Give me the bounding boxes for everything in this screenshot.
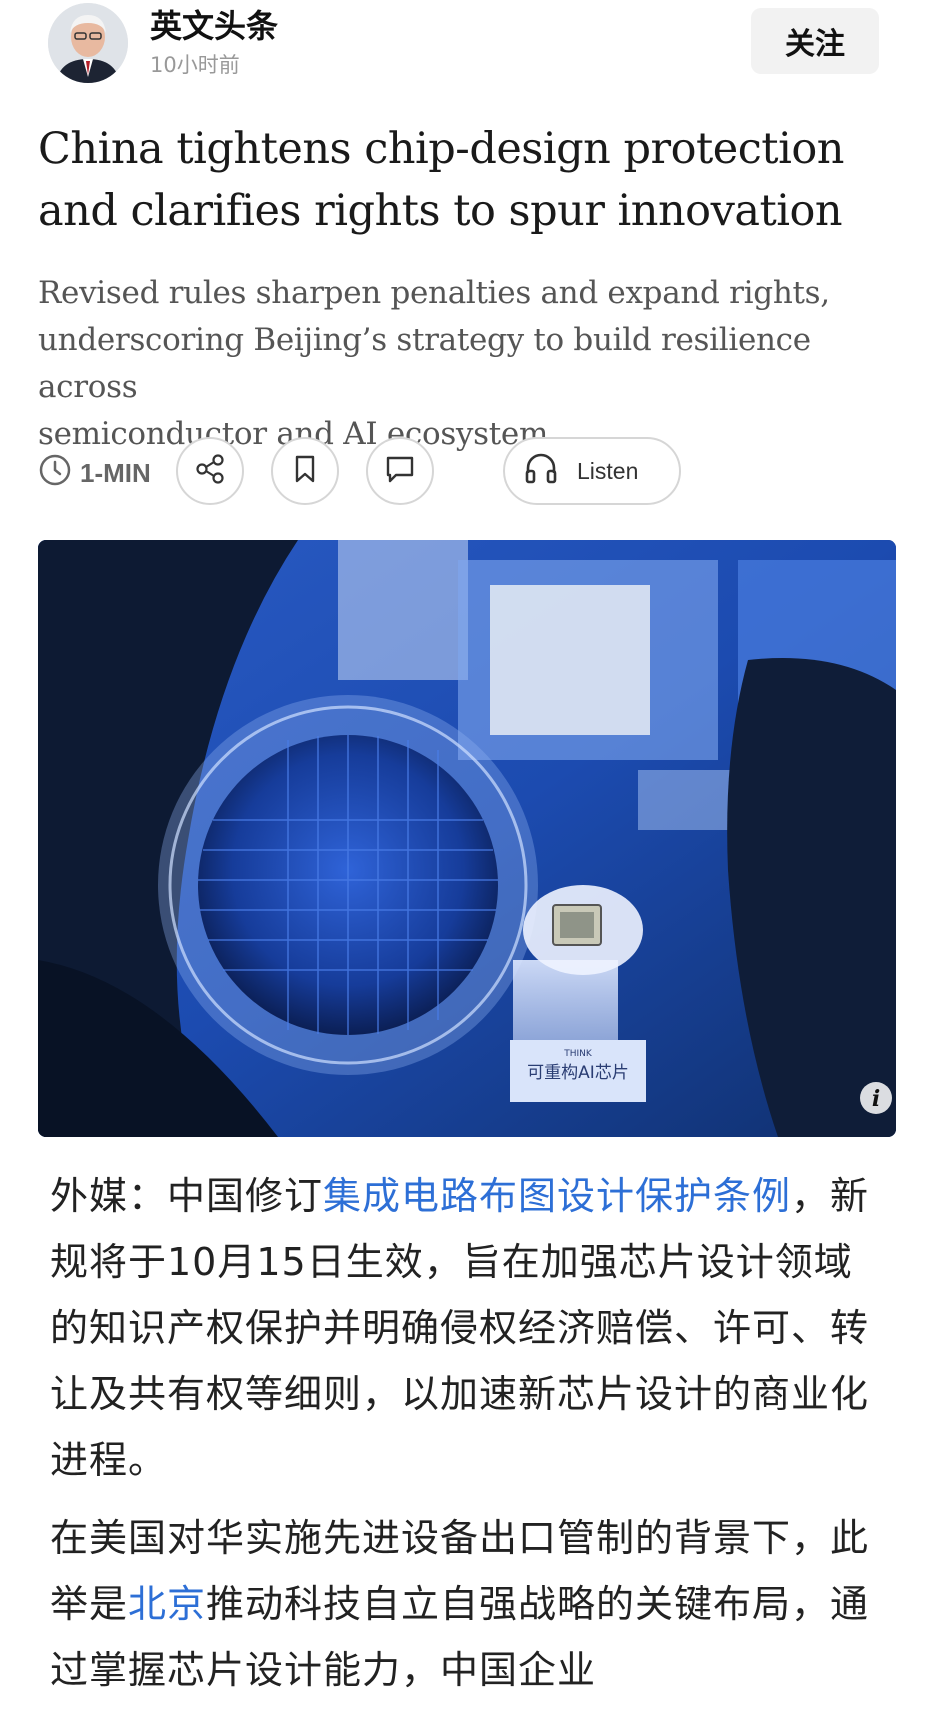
info-badge-label: i (872, 1086, 880, 1112)
author-name[interactable]: 英文头条 (150, 6, 278, 46)
comment-icon (383, 452, 417, 490)
listen-label: Listen (577, 457, 639, 484)
stand-sublabel: THINK (563, 1049, 593, 1059)
regulation-link[interactable]: 集成电路布图设计保护条例 (323, 1174, 791, 1218)
body-paragraph-2: 在美国对华实施先进设备出口管制的背景下，此举是北京推动科技自立自强战略的关键布局… (50, 1505, 870, 1703)
p1-text-before: 外媒：中国修订 (50, 1174, 324, 1218)
bookmark-button[interactable] (271, 437, 339, 505)
article-subhead: Revised rules sharpen penalties and expa… (38, 275, 830, 452)
p1-text-after: ，新规将于10月15日生效，旨在加强芯片设计领域的知识产权保护并明确侵权经济赔偿… (50, 1174, 870, 1482)
clock-icon (38, 453, 72, 494)
read-time-label: 1-MIN (80, 457, 151, 488)
avatar-image (48, 3, 128, 83)
read-time: 1-MIN (38, 451, 151, 495)
share-icon (193, 452, 227, 490)
headphones-icon (523, 451, 559, 491)
follow-button[interactable]: 关注 (751, 8, 879, 74)
body-paragraph-1: 外媒：中国修订集成电路布图设计保护条例，新规将于10月15日生效，旨在加强芯片设… (50, 1163, 870, 1493)
comment-button[interactable] (366, 437, 434, 505)
article-action-bar: 1-MIN Listen (38, 437, 908, 509)
bookmark-icon (288, 452, 322, 490)
chip-wafer-photo: 可重构AI芯片 THINK i (38, 540, 896, 1137)
share-button[interactable] (176, 437, 244, 505)
author-avatar[interactable] (48, 3, 128, 83)
article-hero-image[interactable]: 可重构AI芯片 THINK i (38, 540, 896, 1137)
post-time: 10小时前 (150, 53, 240, 77)
listen-button[interactable]: Listen (503, 437, 681, 505)
beijing-link[interactable]: 北京 (128, 1582, 206, 1626)
article-headline: China tightens chip-design protection an… (38, 124, 844, 236)
stand-label: 可重构AI芯片 (527, 1063, 629, 1083)
